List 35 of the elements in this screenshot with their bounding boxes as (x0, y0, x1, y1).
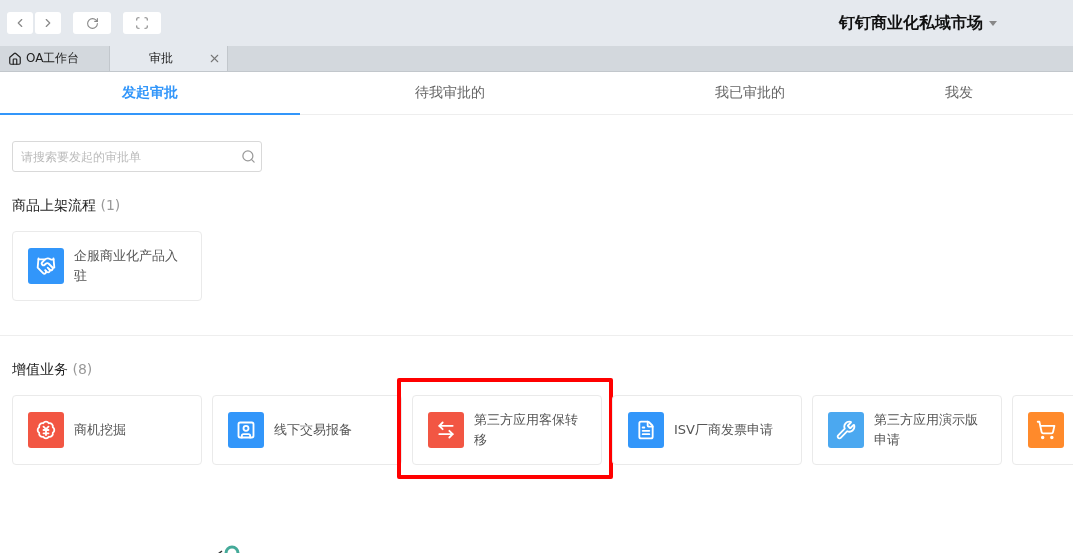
back-button[interactable] (7, 12, 33, 34)
card-title: 企服商业化产品入驻 (74, 247, 179, 285)
tab[interactable]: 我已审批的 (600, 72, 900, 115)
workspace-title[interactable]: 钉钉商业化私域市场 (839, 12, 983, 34)
home-icon (8, 51, 22, 66)
form-card[interactable]: 企服商业化产品入驻 (12, 231, 202, 301)
form-card[interactable]: ISV厂商发票申请 (612, 395, 802, 465)
form-card[interactable]: 第三方应用演示版申请 (812, 395, 1002, 465)
forward-button[interactable] (35, 12, 61, 34)
card-title: 线下交易报备 (274, 421, 353, 439)
section-count: (1) (100, 197, 121, 213)
fullscreen-button[interactable] (123, 12, 161, 34)
card-title: 第三方应用客保转移 (474, 411, 579, 449)
caret-icon[interactable] (989, 20, 997, 26)
close-icon[interactable] (208, 52, 221, 65)
tab-label: 审批 (148, 50, 174, 67)
card-title: 第三方应用演示版申请 (874, 411, 979, 449)
section-title: 商品上架流程 (12, 197, 96, 213)
card-title: ISV厂商发票申请 (674, 421, 774, 439)
window-tab[interactable]: 审批 (110, 46, 228, 71)
section-count: (8) (72, 361, 93, 377)
tab-label: OA工作台 (26, 50, 80, 67)
search-field[interactable]: 请搜索要发起的审批单 (12, 141, 262, 172)
form-card[interactable]: 第三方应用客保转移 (412, 395, 602, 465)
reload-button[interactable] (73, 12, 111, 34)
tab[interactable]: 待我审批的 (300, 72, 600, 115)
busy-cursor-icon (216, 543, 242, 553)
form-card[interactable]: 线下交易报备 (212, 395, 402, 465)
section-title: 增值业务 (12, 361, 68, 377)
form-card[interactable]: 商机挖掘 (12, 395, 202, 465)
card-title: 商机挖掘 (74, 421, 127, 439)
search-icon[interactable] (241, 149, 256, 164)
tab[interactable]: 我发 (900, 72, 973, 115)
fullscreen-icon (135, 16, 149, 30)
reload-icon (85, 16, 99, 30)
